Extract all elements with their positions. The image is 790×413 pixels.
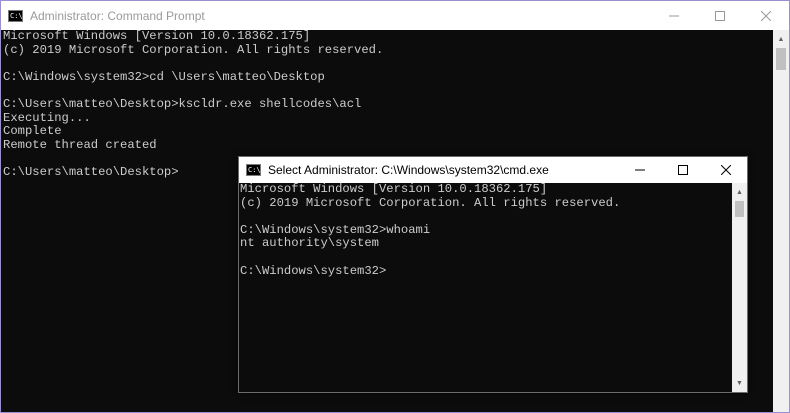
- scroll-up-arrow-icon[interactable]: ▲: [732, 185, 747, 199]
- minimize-button[interactable]: [618, 157, 661, 183]
- close-icon: [761, 10, 771, 21]
- maximize-icon: [715, 10, 725, 21]
- maximize-button[interactable]: [661, 157, 704, 183]
- main-window-controls: [651, 1, 789, 30]
- maximize-icon: [677, 165, 688, 175]
- close-button[interactable]: [743, 1, 789, 30]
- scroll-up-arrow-icon[interactable]: ▲: [773, 32, 789, 46]
- scroll-thumb[interactable]: [776, 48, 786, 70]
- main-window-title: Administrator: Command Prompt: [30, 8, 205, 23]
- child-console-output[interactable]: Microsoft Windows [Version 10.0.18362.17…: [240, 182, 620, 278]
- minimize-button[interactable]: [651, 1, 697, 30]
- scroll-thumb[interactable]: [735, 201, 744, 217]
- minimize-icon: [634, 169, 645, 171]
- minimize-icon: [669, 15, 679, 16]
- child-window-controls: [618, 157, 747, 183]
- close-button[interactable]: [704, 157, 747, 183]
- child-title-bar[interactable]: C:\ Select Administrator: C:\Windows\sys…: [239, 157, 747, 183]
- child-vertical-scrollbar[interactable]: ▲ ▼: [732, 183, 747, 392]
- maximize-button[interactable]: [697, 1, 743, 30]
- main-title-bar[interactable]: C:\ Administrator: Command Prompt: [1, 1, 789, 30]
- scroll-down-arrow-icon[interactable]: ▼: [732, 376, 747, 390]
- close-icon: [720, 165, 731, 175]
- main-vertical-scrollbar[interactable]: ▲: [773, 30, 789, 412]
- child-cmd-window[interactable]: C:\ Select Administrator: C:\Windows\sys…: [238, 156, 748, 393]
- child-window-title: Select Administrator: C:\Windows\system3…: [268, 163, 549, 177]
- cmd-icon: C:\: [8, 9, 23, 22]
- cmd-icon: C:\: [246, 164, 261, 176]
